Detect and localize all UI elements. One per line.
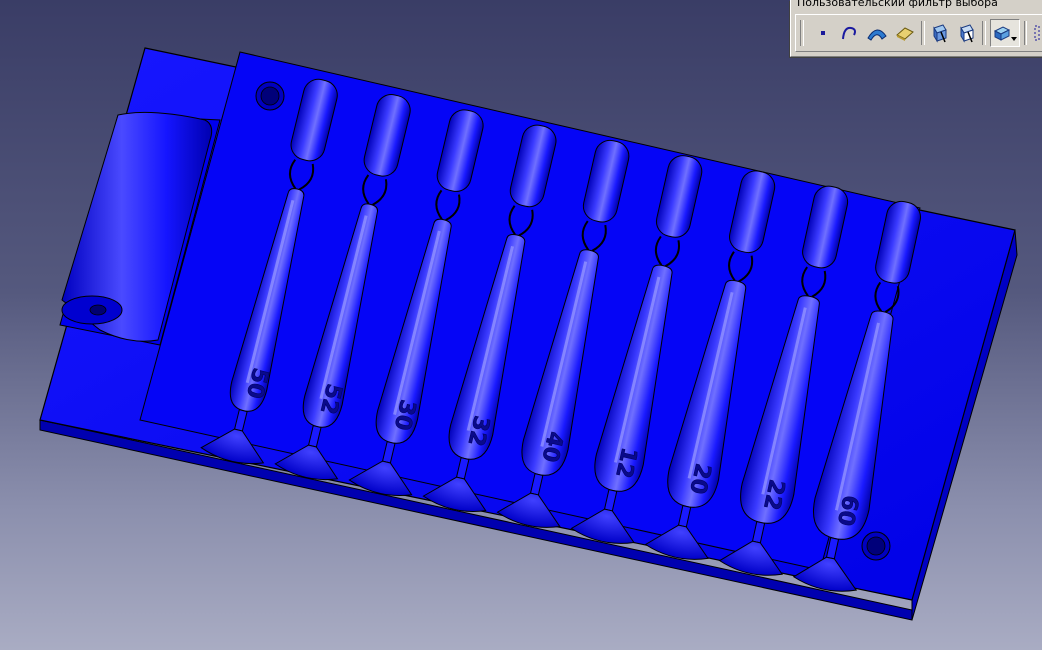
mold-model[interactable]: 50 52 30 32 40 12 20 22 60: [0, 0, 1042, 650]
3d-viewport[interactable]: 50 52 30 32 40 12 20 22 60: [0, 0, 1042, 650]
more-icon[interactable]: [1031, 19, 1042, 47]
mounting-hole-bottom: [861, 531, 891, 561]
toolbar-buttons-row: [795, 14, 1042, 52]
mounting-hole-top: [255, 81, 285, 111]
toolbar-title: Пользовательский фильтр выбора: [797, 0, 998, 9]
point-filter-icon[interactable]: [812, 19, 835, 47]
toolbar-separator: [920, 21, 925, 45]
curve-filter-icon[interactable]: [838, 19, 861, 47]
tools-palette-icon[interactable]: [989, 19, 1020, 47]
volume-filter-icon[interactable]: [893, 19, 917, 47]
toolbar-separator: [1023, 21, 1028, 45]
toolbar-separator: [981, 21, 986, 45]
feature-element-selection-icon[interactable]: [929, 19, 952, 47]
geometrical-element-icon[interactable]: [955, 19, 978, 47]
surface-filter-icon[interactable]: [865, 19, 889, 47]
toolbar-grip[interactable]: [800, 20, 804, 46]
user-selection-filter-toolbar: Пользовательский фильтр выбора: [790, 0, 1042, 57]
